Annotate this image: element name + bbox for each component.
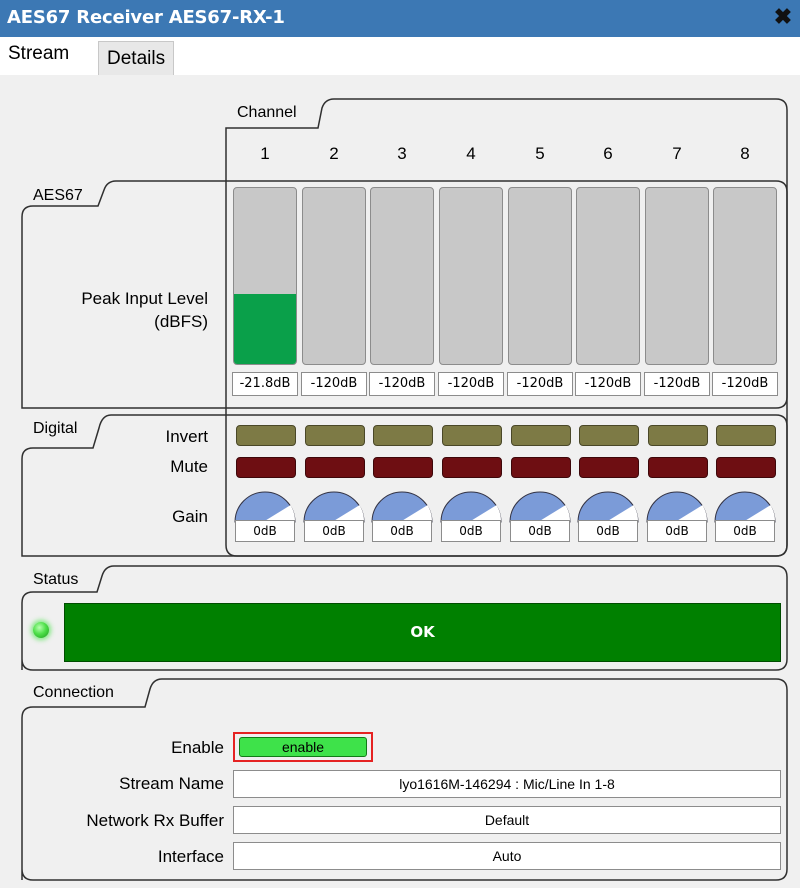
peak-meter-8 (713, 187, 777, 365)
invert-button-4[interactable] (442, 425, 502, 446)
peak-value-4: -120dB (438, 372, 504, 396)
invert-button-8[interactable] (716, 425, 776, 446)
mute-button-7[interactable] (648, 457, 708, 478)
peak-value-5: -120dB (507, 372, 573, 396)
mute-button-3[interactable] (373, 457, 433, 478)
gain-value-6: 0dB (578, 520, 638, 542)
invert-button-6[interactable] (579, 425, 639, 446)
gain-knob-icon (440, 491, 502, 523)
interface-field[interactable]: Auto (233, 842, 781, 870)
peak-value-6: -120dB (575, 372, 641, 396)
channel-number: 2 (329, 144, 339, 163)
channel-number: 3 (397, 144, 407, 163)
peak-meter-7 (645, 187, 709, 365)
stream-name-field[interactable]: lyo1616M-146294 : Mic/Line In 1-8 (233, 770, 781, 798)
peak-meter-4 (439, 187, 503, 365)
stream-name-label: Stream Name (119, 774, 224, 793)
status-indicator: OK (64, 603, 781, 662)
peak-meter-1 (233, 187, 297, 365)
gain-knob-icon (371, 491, 433, 523)
invert-button-2[interactable] (305, 425, 365, 446)
mute-button-1[interactable] (236, 457, 296, 478)
invert-button-1[interactable] (236, 425, 296, 446)
mute-button-6[interactable] (579, 457, 639, 478)
channel-number: 6 (603, 144, 613, 163)
gain-value-3: 0dB (372, 520, 432, 542)
gain-knob-5[interactable]: 0dB (508, 484, 572, 544)
gain-knob-4[interactable]: 0dB (439, 484, 503, 544)
enable-button[interactable]: enable (239, 737, 367, 757)
channel-number: 5 (535, 144, 545, 163)
gain-knob-1[interactable]: 0dB (233, 484, 297, 544)
gain-value-2: 0dB (304, 520, 364, 542)
gain-knob-2[interactable]: 0dB (302, 484, 366, 544)
peak-value-8: -120dB (712, 372, 778, 396)
peak-meter-fill (234, 293, 296, 364)
gain-value-7: 0dB (647, 520, 707, 542)
gain-knob-icon (303, 491, 365, 523)
channel-number: 7 (672, 144, 682, 163)
peak-meter-2 (302, 187, 366, 365)
peak-meter-6 (576, 187, 640, 365)
gain-label: Gain (172, 507, 208, 526)
gain-knob-6[interactable]: 0dB (576, 484, 640, 544)
channel-number: 8 (740, 144, 750, 163)
interface-label: Interface (157, 847, 224, 866)
mute-button-4[interactable] (442, 457, 502, 478)
gain-value-8: 0dB (715, 520, 775, 542)
gain-knob-3[interactable]: 0dB (370, 484, 434, 544)
peak-value-3: -120dB (369, 372, 435, 396)
channel-group-title: Channel (237, 104, 297, 121)
peak-value-7: -120dB (644, 372, 710, 396)
peak-label-line1: Peak Input Level (81, 289, 208, 308)
gain-knob-8[interactable]: 0dB (713, 484, 777, 544)
connection-group-title: Connection (33, 684, 114, 701)
gain-knob-icon (234, 491, 296, 523)
gain-value-5: 0dB (510, 520, 570, 542)
peak-meter-3 (370, 187, 434, 365)
enable-button-highlight: enable (233, 732, 373, 762)
peak-value-2: -120dB (301, 372, 367, 396)
invert-button-7[interactable] (648, 425, 708, 446)
gain-knob-icon (714, 491, 776, 523)
gain-value-1: 0dB (235, 520, 295, 542)
gain-knob-7[interactable]: 0dB (645, 484, 709, 544)
gain-value-4: 0dB (441, 520, 501, 542)
enable-label: Enable (171, 738, 224, 757)
network-rx-buffer-label: Network Rx Buffer (86, 811, 224, 830)
peak-meter-5 (508, 187, 572, 365)
channel-number: 1 (260, 144, 270, 163)
gain-knob-icon (509, 491, 571, 523)
peak-value-1: -21.8dB (232, 372, 298, 396)
invert-button-5[interactable] (511, 425, 571, 446)
channel-number: 4 (466, 144, 476, 163)
network-rx-buffer-field[interactable]: Default (233, 806, 781, 834)
peak-input-level-label: Peak Input Level (dBFS) (40, 287, 208, 333)
aes67-group-title: AES67 (33, 187, 83, 204)
gain-knob-icon (646, 491, 708, 523)
invert-button-3[interactable] (373, 425, 433, 446)
status-led-icon (33, 622, 49, 638)
mute-label: Mute (170, 457, 208, 476)
mute-button-8[interactable] (716, 457, 776, 478)
status-group-title: Status (33, 571, 79, 588)
mute-button-2[interactable] (305, 457, 365, 478)
invert-label: Invert (165, 427, 208, 446)
gain-knob-icon (577, 491, 639, 523)
peak-label-line2: (dBFS) (154, 312, 208, 331)
mute-button-5[interactable] (511, 457, 571, 478)
